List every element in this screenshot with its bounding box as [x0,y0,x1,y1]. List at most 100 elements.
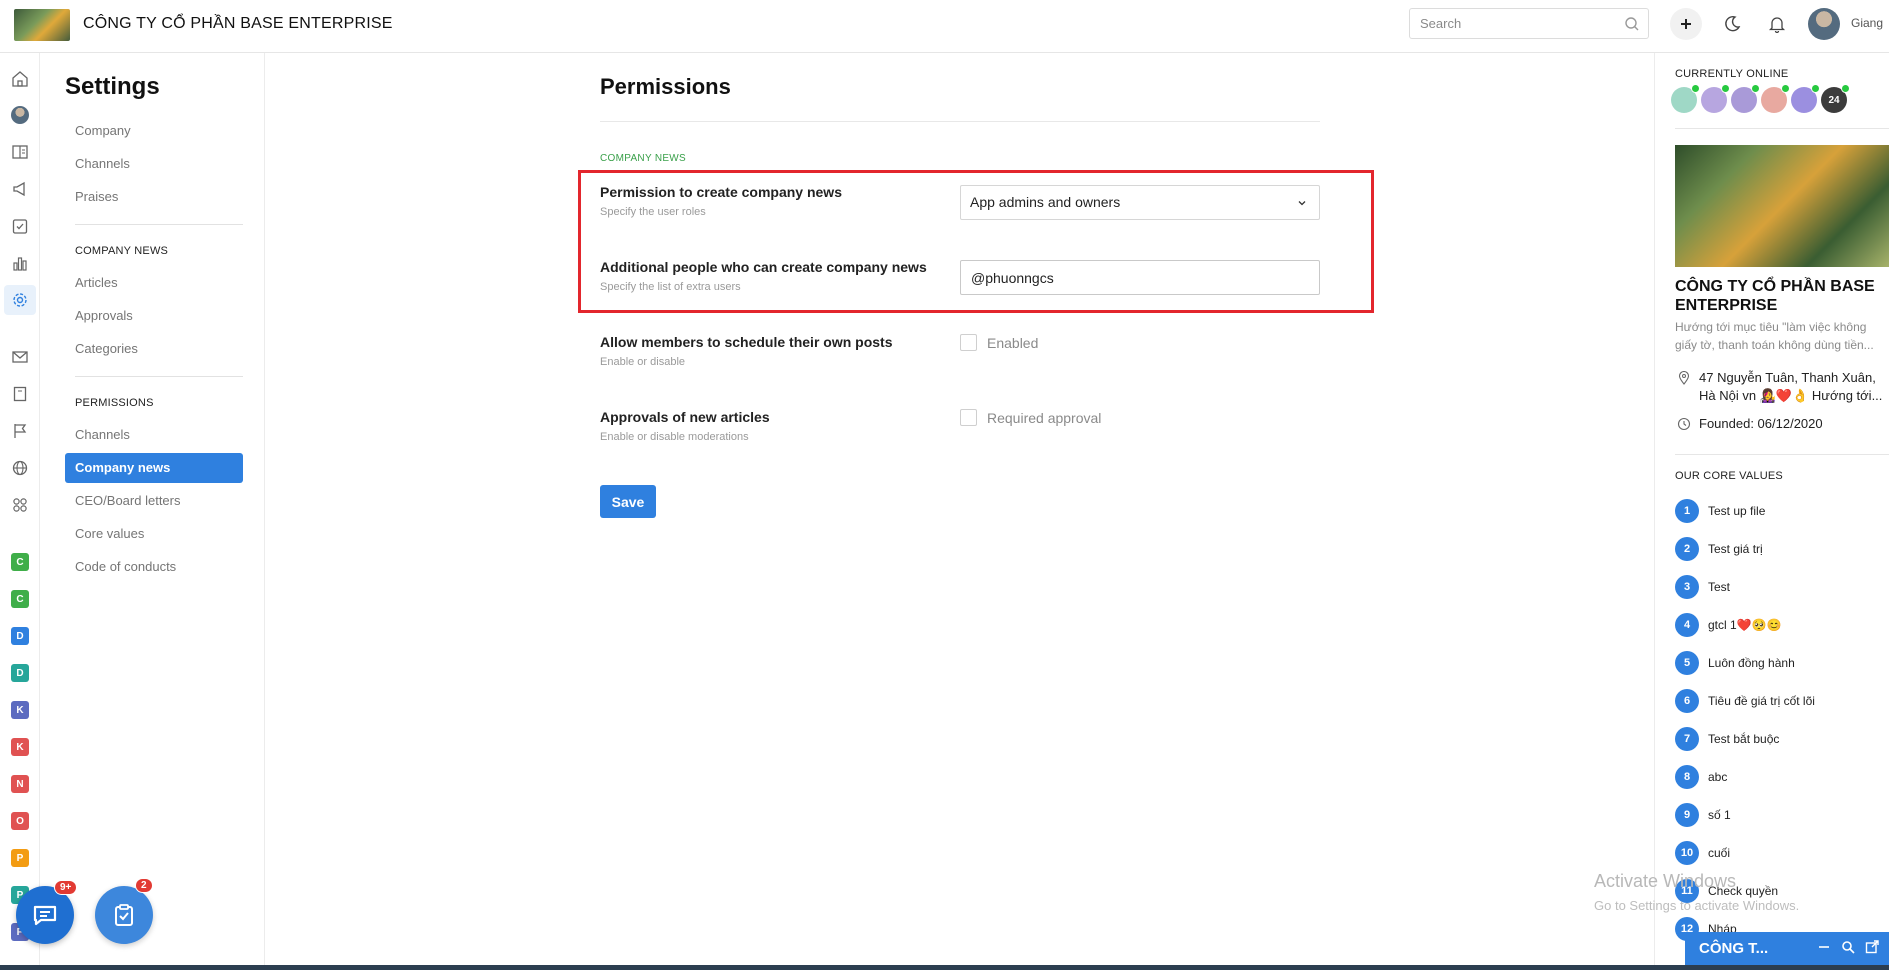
bell-icon [1768,17,1786,33]
settings-link-company-news[interactable]: Company news [65,453,243,483]
company-title[interactable]: CÔNG TY CỔ PHẦN BASE ENTERPRISE [83,15,393,33]
workspace-shortcut[interactable]: K [11,701,29,719]
schedule-posts-label: Allow members to schedule their own post… [600,334,893,350]
workspace-shortcut[interactable]: C [11,590,29,608]
megaphone-icon[interactable] [10,179,30,199]
core-value-item[interactable]: 8 abc [1675,765,1727,789]
core-value-item[interactable]: 3 Test [1675,575,1730,599]
approvals-checkbox[interactable] [960,409,977,426]
core-value-number: 4 [1675,613,1699,637]
workspace-shortcut[interactable]: C [11,553,29,571]
approvals-help: Enable or disable moderations [600,431,749,443]
taskbar-strip [0,965,1889,970]
tasks-icon[interactable] [10,216,30,236]
schedule-posts-toggle[interactable]: Enabled [960,334,1038,351]
add-button[interactable] [1670,8,1702,40]
online-user-avatar[interactable] [1671,84,1700,113]
apps-icon[interactable] [10,495,30,515]
online-user-avatar[interactable] [1701,84,1730,113]
core-value-number: 9 [1675,803,1699,827]
online-count-badge[interactable]: 24 [1821,84,1850,113]
core-value-text: abc [1708,770,1728,784]
schedule-posts-checkbox[interactable] [960,334,977,351]
search-box[interactable] [1409,8,1649,39]
settings-gear-icon[interactable] [4,285,36,315]
additional-people-input[interactable] [960,260,1320,295]
settings-link-ceo-letters[interactable]: CEO/Board letters [65,486,243,516]
notifications-button[interactable] [1761,8,1793,40]
core-value-text: Test giá trị [1708,542,1763,556]
flag-icon[interactable] [10,421,30,441]
core-value-item[interactable]: 10 cuối [1675,841,1730,865]
core-value-item[interactable]: 9 số 1 [1675,803,1731,827]
workspace-shortcut[interactable]: N [11,775,29,793]
chat-minibar[interactable]: CÔNG T... [1685,932,1889,965]
settings-link-core-values[interactable]: Core values [65,519,243,549]
workspace-shortcut[interactable]: O [11,812,29,830]
settings-link-articles[interactable]: Articles [65,268,243,298]
dark-mode-button[interactable] [1716,8,1748,40]
panel-company-name[interactable]: CÔNG TY CỔ PHẦN BASE ENTERPRISE [1675,277,1885,315]
panel-divider [1675,454,1889,455]
settings-link-code-of-conducts[interactable]: Code of conducts [65,552,243,582]
approvals-checkbox-label[interactable]: Required approval [987,410,1101,426]
chevron-down-icon [1298,201,1306,206]
task-button[interactable]: 2 [95,878,153,944]
activation-watermark-title: Activate Windows [1594,871,1737,891]
task-count-badge: 2 [135,878,153,893]
settings-link-company[interactable]: Company [65,116,243,146]
online-user-avatar[interactable] [1731,84,1760,113]
chat-minibar-title[interactable]: CÔNG T... [1699,940,1768,957]
chart-icon[interactable] [10,253,30,273]
chat-button[interactable]: 9+ [16,880,78,944]
workspace-shortcut[interactable]: D [11,664,29,682]
core-value-number: 2 [1675,537,1699,561]
search-icon[interactable] [1624,16,1640,32]
settings-link-permission-channels[interactable]: Channels [65,420,243,450]
settings-link-approvals[interactable]: Approvals [65,301,243,331]
clock-icon [1677,417,1691,431]
user-avatar[interactable] [1808,8,1840,40]
settings-link-praises[interactable]: Praises [65,182,243,212]
panel-company-address: 47 Nguyễn Tuân, Thanh Xuân, Hà Nội vn 👩‍… [1699,370,1883,403]
core-values-heading: OUR CORE VALUES [1675,470,1783,482]
plus-icon [1681,19,1691,29]
core-value-item[interactable]: 5 Luôn đồng hành [1675,651,1795,675]
online-user-avatar[interactable] [1791,84,1820,113]
open-external-icon[interactable] [1865,940,1879,954]
mail-icon[interactable] [10,347,30,367]
user-name[interactable]: Giang [1851,16,1883,30]
search-icon[interactable] [1841,940,1855,954]
core-value-item[interactable]: 7 Test bắt buộc [1675,727,1779,751]
home-icon[interactable] [10,69,30,89]
settings-link-categories[interactable]: Categories [65,334,243,364]
save-button[interactable]: Save [600,485,656,518]
settings-link-channels[interactable]: Channels [65,149,243,179]
workspace-shortcut[interactable]: D [11,627,29,645]
panel-founded-date: Founded: 06/12/2020 [1699,416,1823,431]
core-value-text: Luôn đồng hành [1708,656,1795,670]
company-logo[interactable] [14,9,70,41]
minimize-icon[interactable] [1817,940,1831,954]
search-input[interactable] [1410,9,1610,38]
approvals-toggle[interactable]: Required approval [960,409,1101,426]
core-value-item[interactable]: 2 Test giá trị [1675,537,1763,561]
core-value-item[interactable]: 1 Test up file [1675,499,1765,523]
workspace-shortcut[interactable]: K [11,738,29,756]
workspace-shortcut[interactable]: P [11,849,29,867]
core-value-number: 5 [1675,651,1699,675]
create-news-label: Permission to create company news [600,184,842,200]
right-panel: CURRENTLY ONLINE 24 CÔNG TY CỔ PHẦN BASE… [1654,53,1889,970]
company-news-heading: COMPANY NEWS [75,245,169,257]
newsfeed-icon[interactable] [10,142,30,162]
globe-icon[interactable] [10,458,30,478]
schedule-posts-checkbox-label[interactable]: Enabled [987,335,1038,351]
profile-avatar-icon[interactable] [10,105,30,125]
core-value-item[interactable]: 6 Tiêu đề giá trị cốt lõi [1675,689,1815,713]
panel-divider [1675,128,1889,129]
role-select[interactable]: App admins and owners [960,185,1320,220]
core-value-item[interactable]: 4 gtcl 1❤️🥺😊 [1675,613,1782,637]
online-user-avatar[interactable] [1761,84,1790,113]
panel-company-description: Hướng tới mục tiêu "làm việc không giấy … [1675,320,1874,352]
book-icon[interactable] [10,384,30,404]
